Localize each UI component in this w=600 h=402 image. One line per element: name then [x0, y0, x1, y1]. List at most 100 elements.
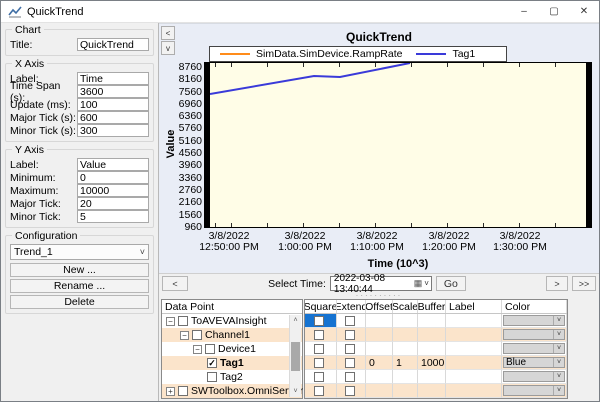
minimum-label: Minimum:: [10, 172, 77, 184]
step-back-button[interactable]: <: [162, 276, 188, 291]
select-time-input[interactable]: 2022-03-08 13:40:44 ▦ ˅: [330, 276, 432, 291]
x-minor-tick-input[interactable]: [77, 124, 149, 137]
minimum-input[interactable]: [77, 171, 149, 184]
checkbox-tag1-checked[interactable]: ✓: [207, 358, 217, 368]
checkbox-swtoolbox[interactable]: [178, 386, 188, 396]
datetime-dropdown-icon[interactable]: ˅: [422, 279, 431, 288]
square-checkbox[interactable]: [314, 372, 324, 382]
color-combo[interactable]: ˅: [503, 385, 565, 396]
extend-checkbox[interactable]: [345, 386, 355, 396]
plot-area[interactable]: [204, 62, 592, 228]
x-major-tick-input[interactable]: [77, 111, 149, 124]
tree-item-swtoolbox-omniserver[interactable]: + SWToolbox.OmniServer: [162, 384, 302, 398]
square-checkbox[interactable]: [314, 344, 324, 354]
configuration-group: Configuration Trend_1 ˅ New ... Rename .…: [5, 235, 154, 314]
x-axis-group-title: X Axis: [12, 58, 47, 70]
fast-forward-button[interactable]: >>: [572, 276, 596, 291]
ramprate-series-swatch: [220, 53, 250, 55]
y-axis-group: Y Axis Label: Minimum: Maximum: Major Ti…: [5, 149, 154, 228]
color-combo[interactable]: ˅: [503, 371, 565, 382]
maximum-input[interactable]: [77, 184, 149, 197]
go-button[interactable]: Go: [436, 276, 466, 291]
x-major-tick-label: Major Tick (s):: [10, 112, 77, 124]
extend-checkbox[interactable]: [345, 344, 355, 354]
minimize-button[interactable]: –: [509, 1, 539, 23]
collapse-icon[interactable]: −: [166, 317, 175, 326]
column-buffer: Buffer: [418, 300, 446, 313]
expand-icon[interactable]: +: [166, 387, 175, 396]
checkbox-toavevainsight[interactable]: [178, 316, 188, 326]
y-major-tick-input[interactable]: [77, 197, 149, 210]
step-forward-button[interactable]: >: [546, 276, 568, 291]
time-span-input[interactable]: [77, 85, 149, 98]
table-row: ˅: [305, 342, 567, 356]
color-combo[interactable]: ˅: [503, 329, 565, 340]
chevron-down-icon: ˅: [553, 344, 564, 353]
y-major-tick-label: Major Tick:: [10, 198, 77, 210]
tree-scrollbar[interactable]: ˄ ˅: [289, 315, 301, 397]
configuration-select[interactable]: Trend_1 ˅: [10, 244, 149, 260]
checkbox-tag2[interactable]: [207, 372, 217, 382]
checkbox-device1[interactable]: [205, 344, 215, 354]
color-combo[interactable]: ˅: [503, 343, 565, 354]
chart-group: Chart Title:: [5, 29, 154, 56]
data-point-table: Square Extend Offset Scale Buffer Label …: [304, 299, 568, 399]
square-cell-selected[interactable]: [305, 314, 337, 328]
extend-checkbox[interactable]: [345, 358, 355, 368]
scroll-up-icon[interactable]: ˄: [290, 315, 301, 326]
update-ms-input[interactable]: [77, 98, 149, 111]
rename-button[interactable]: Rename ...: [10, 279, 149, 293]
delete-button[interactable]: Delete: [10, 295, 149, 309]
app-icon: [8, 6, 22, 18]
panel-filler: [568, 299, 597, 399]
y-minor-tick-input[interactable]: [77, 210, 149, 223]
table-row: ˅: [305, 314, 567, 328]
tree-item-device1[interactable]: − Device1: [162, 342, 302, 356]
extend-checkbox[interactable]: [345, 372, 355, 382]
window-title: QuickTrend: [27, 6, 83, 18]
chevron-down-icon: ˅: [140, 247, 145, 257]
square-checkbox[interactable]: [314, 386, 324, 396]
data-point-tree: Data Point − ToAVEVAInsight − Channel1 −: [161, 299, 303, 399]
title-field-label: Title:: [10, 39, 77, 51]
tag1-offset[interactable]: 0: [366, 356, 393, 370]
tree-item-tag2[interactable]: Tag2: [162, 370, 302, 384]
table-row-tag1: 0 1 1000 Blue˅: [305, 356, 567, 370]
new-button[interactable]: New ...: [10, 263, 149, 277]
tag1-buffer[interactable]: 1000: [418, 356, 446, 370]
y-label-label: Label:: [10, 159, 77, 171]
close-button[interactable]: ✕: [569, 1, 599, 23]
tree-item-toavevainsight[interactable]: − ToAVEVAInsight: [162, 314, 302, 328]
square-checkbox[interactable]: [314, 316, 324, 326]
collapse-icon[interactable]: −: [180, 331, 189, 340]
color-combo[interactable]: ˅: [503, 315, 565, 326]
tag1-color-combo[interactable]: Blue˅: [503, 357, 565, 368]
title-bar: QuickTrend – ▢ ✕: [1, 1, 599, 23]
tree-item-tag1[interactable]: ✓ Tag1: [162, 356, 302, 370]
maximize-button[interactable]: ▢: [539, 1, 569, 23]
extend-checkbox[interactable]: [345, 330, 355, 340]
x-label-input[interactable]: [77, 72, 149, 85]
tree-item-channel1[interactable]: − Channel1: [162, 328, 302, 342]
column-label: Label: [446, 300, 502, 313]
configuration-group-title: Configuration: [12, 230, 80, 242]
square-checkbox[interactable]: [314, 330, 324, 340]
tag1-scale[interactable]: 1: [393, 356, 418, 370]
scroll-down-icon[interactable]: ˅: [290, 386, 301, 397]
column-square: Square: [305, 300, 337, 313]
tag1-label[interactable]: [446, 356, 502, 370]
scrollbar-thumb[interactable]: [291, 342, 300, 371]
checkbox-channel1[interactable]: [192, 330, 202, 340]
calendar-icon[interactable]: ▦: [414, 278, 423, 289]
extend-checkbox[interactable]: [345, 316, 355, 326]
square-checkbox[interactable]: [314, 358, 324, 368]
table-row: ˅: [305, 370, 567, 384]
y-label-input[interactable]: [77, 158, 149, 171]
quicktrend-window: QuickTrend – ▢ ✕ Chart Title: X Axis Lab…: [0, 0, 600, 402]
column-extend: Extend: [337, 300, 366, 313]
chart-title-input[interactable]: [77, 38, 149, 51]
tag1-polyline: [210, 63, 410, 94]
collapse-icon[interactable]: −: [193, 345, 202, 354]
table-row: ˅: [305, 384, 567, 398]
ramprate-series-label: SimData.SimDevice.RampRate: [256, 48, 402, 60]
